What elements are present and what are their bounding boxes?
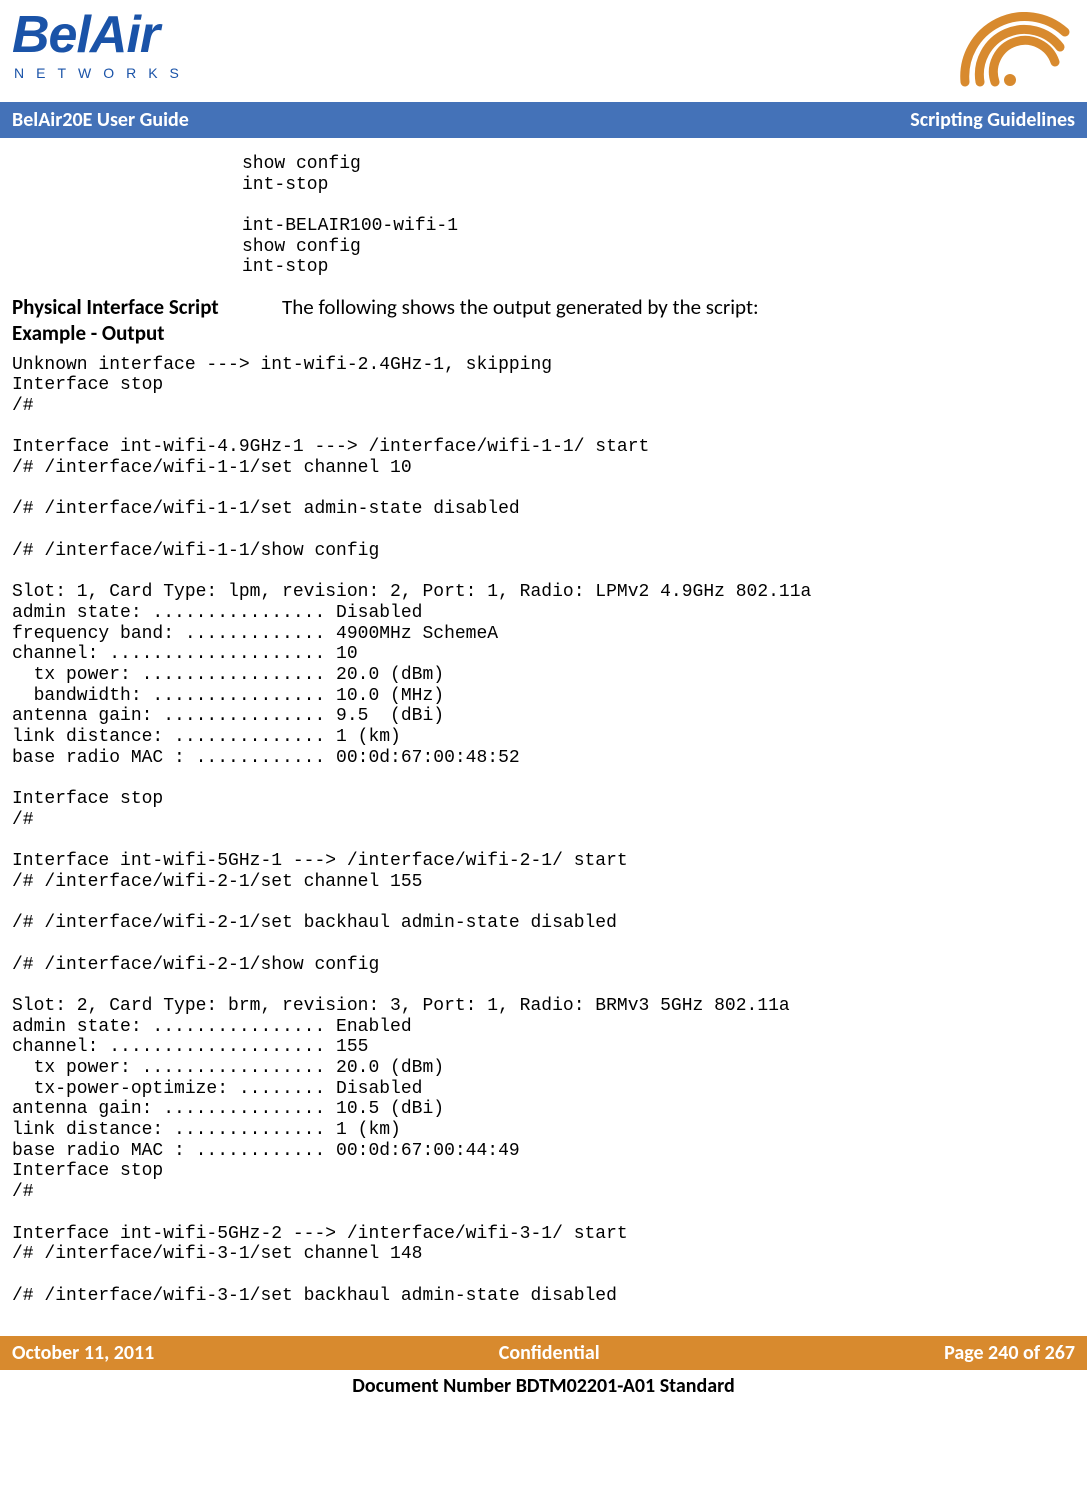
script-output: Unknown interface ---> int-wifi-2.4GHz-1… bbox=[12, 355, 1075, 1307]
logo: BelAir NETWORKS bbox=[12, 12, 191, 81]
section-description: The following shows the output generated… bbox=[282, 294, 759, 320]
logo-sub-text: NETWORKS bbox=[14, 65, 191, 81]
footer-date: October 11, 2011 bbox=[12, 1341, 154, 1365]
section-heading: Physical Interface Script Example - Outp… bbox=[12, 294, 282, 347]
footer-bar: October 11, 2011 Confidential Page 240 o… bbox=[0, 1336, 1087, 1370]
section-heading-row: Physical Interface Script Example - Outp… bbox=[12, 294, 1075, 347]
section-title: Scripting Guidelines bbox=[910, 108, 1075, 132]
wifi-arcs-icon bbox=[945, 12, 1075, 92]
footer-classification: Confidential bbox=[499, 1341, 600, 1365]
footer-document-number: Document Number BDTM02201-A01 Standard bbox=[12, 1370, 1075, 1406]
logo-main-text: BelAir bbox=[12, 12, 191, 59]
page-header: BelAir NETWORKS bbox=[12, 12, 1075, 92]
script-snippet-top: show config int-stop int-BELAIR100-wifi-… bbox=[12, 154, 1075, 278]
title-bar: BelAir20E User Guide Scripting Guideline… bbox=[0, 102, 1087, 138]
footer-page: Page 240 of 267 bbox=[944, 1341, 1075, 1365]
guide-title: BelAir20E User Guide bbox=[12, 108, 189, 132]
